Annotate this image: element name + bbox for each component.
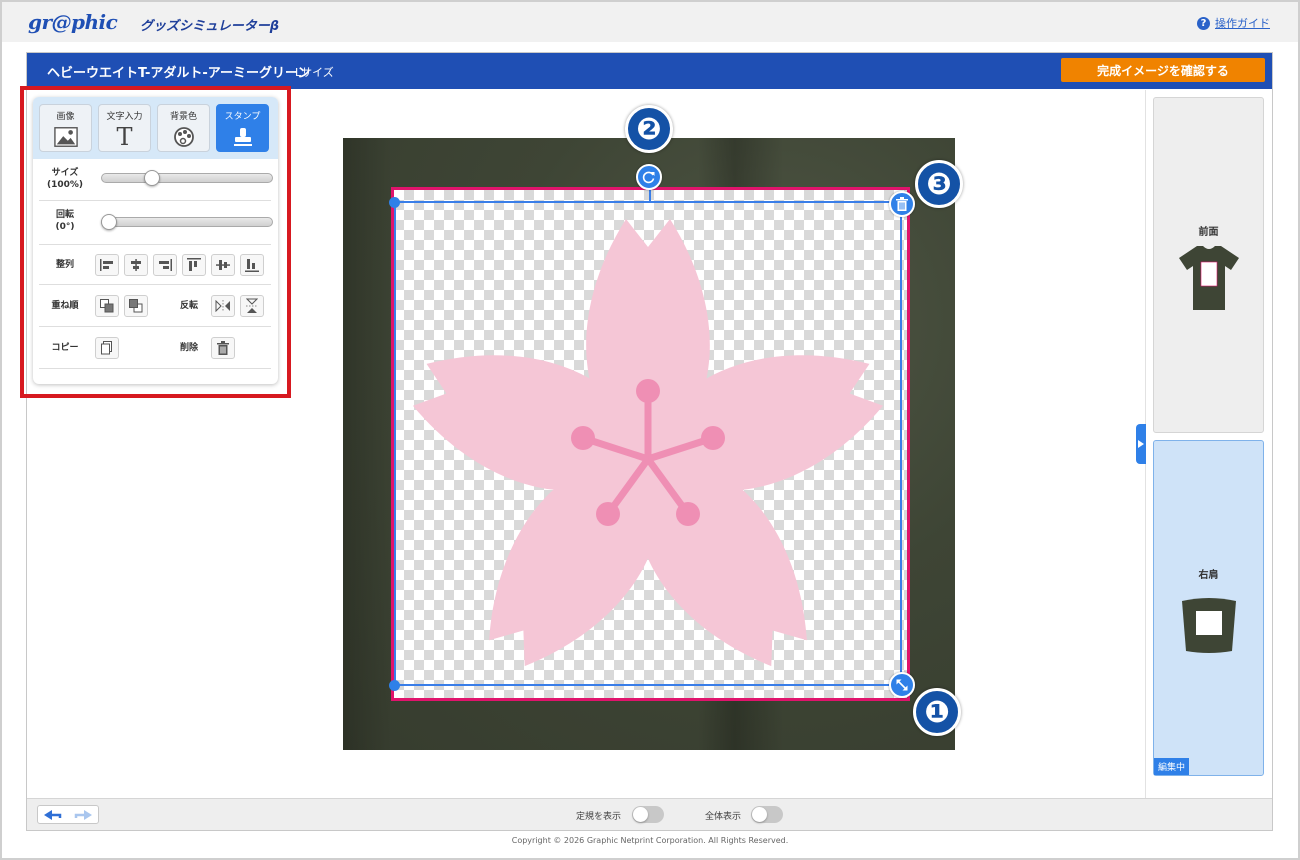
flip-horizontal-button[interactable] xyxy=(211,295,235,317)
align-top-button[interactable] xyxy=(182,254,206,276)
send-backward-button[interactable] xyxy=(124,295,148,317)
align-right-button[interactable] xyxy=(153,254,177,276)
guide-link-label: 操作ガイド xyxy=(1215,17,1270,30)
rotate-slider-knob[interactable] xyxy=(101,214,117,230)
product-title-bar: ヘビーウエイトT-アダルト-アーミーグリーン Lサイズ 完成イメージを確認する xyxy=(27,53,1272,89)
flip-vertical-icon xyxy=(246,298,258,313)
size-slider[interactable] xyxy=(101,170,273,186)
selection-corner-handle-bottom-left[interactable] xyxy=(389,680,400,691)
delete-label: 削除 xyxy=(179,343,198,353)
align-center-button[interactable] xyxy=(124,254,148,276)
rotate-handle-button[interactable] xyxy=(636,164,662,190)
order-flip-row: 重ね順 反転 xyxy=(39,285,271,327)
tab-stamp[interactable]: スタンプ xyxy=(216,104,269,152)
align-label: 整列 xyxy=(55,260,74,270)
rotate-handle-stem xyxy=(649,189,651,202)
tab-background-color[interactable]: 背景色 xyxy=(157,104,210,152)
rotate-slider[interactable] xyxy=(101,214,273,230)
palette-icon xyxy=(172,126,196,148)
fullview-toggle-label: 全体表示 xyxy=(705,812,742,822)
help-icon: ? xyxy=(1197,16,1210,30)
bring-forward-icon xyxy=(100,299,114,313)
confirm-image-button[interactable]: 完成イメージを確認する xyxy=(1061,58,1265,82)
delete-button[interactable] xyxy=(211,337,235,359)
redo-button[interactable] xyxy=(68,806,98,823)
bring-forward-button[interactable] xyxy=(95,295,119,317)
bottom-toolbar: 定規を表示 全体表示 xyxy=(27,798,1272,830)
undo-icon xyxy=(44,809,62,820)
text-icon: T xyxy=(116,123,133,151)
tab-background-color-label: 背景色 xyxy=(169,112,197,122)
callout-1: ❶ xyxy=(913,688,961,736)
align-center-icon xyxy=(131,259,141,271)
align-middle-button[interactable] xyxy=(211,254,235,276)
align-bottom-icon xyxy=(245,259,259,272)
copy-delete-row: コピー 削除 xyxy=(39,327,271,369)
fullview-toggle[interactable] xyxy=(751,806,783,823)
view-front-label: 前面 xyxy=(1198,227,1219,238)
rotate-label: 回転 (0°) xyxy=(55,210,75,232)
flip-horizontal-icon xyxy=(215,300,230,312)
tshirt-sleeve-icon xyxy=(1181,598,1236,653)
tshirt-front-icon xyxy=(1178,246,1239,310)
rotate-icon xyxy=(642,171,655,184)
selection-corner-handle-top-left[interactable] xyxy=(389,197,400,208)
flip-label: 反転 xyxy=(179,301,198,311)
flip-vertical-button[interactable] xyxy=(240,295,264,317)
align-left-button[interactable] xyxy=(95,254,119,276)
view-front[interactable]: 前面 xyxy=(1153,97,1264,433)
copy-icon xyxy=(101,341,112,355)
ruler-toggle-label: 定規を表示 xyxy=(576,812,622,822)
editing-badge: 編集中 xyxy=(1154,758,1190,775)
align-top-icon xyxy=(187,258,201,271)
trash-icon xyxy=(896,197,908,211)
chevron-right-icon xyxy=(1138,440,1144,448)
top-bar: gr@phic グッズシミュレーターβ ? 操作ガイド xyxy=(2,2,1298,42)
order-label: 重ね順 xyxy=(51,301,79,311)
panel-toggle-button[interactable] xyxy=(1136,424,1146,464)
resize-handle-button[interactable] xyxy=(889,672,915,698)
size-slider-knob[interactable] xyxy=(144,170,161,186)
undo-button[interactable] xyxy=(38,806,68,823)
delete-object-button[interactable] xyxy=(889,191,915,217)
guide-link[interactable]: ? 操作ガイド xyxy=(1197,15,1270,31)
align-row: 整列 xyxy=(39,245,271,285)
align-right-icon xyxy=(159,259,172,271)
size-label: サイズ (100%) xyxy=(46,168,84,190)
tool-panel: 画像 文字入力 T 背景色 スタンプ サイズ (100%) 回転 (0°) 整列… xyxy=(33,97,278,384)
callout-3: ❸ xyxy=(915,160,963,208)
stamp-icon xyxy=(231,126,255,148)
align-left-icon xyxy=(100,259,113,271)
size-row: サイズ (100%) xyxy=(39,159,273,201)
tab-text[interactable]: 文字入力 T xyxy=(98,104,151,152)
resize-diagonal-icon xyxy=(896,679,908,691)
tab-stamp-label: スタンプ xyxy=(224,112,261,122)
align-bottom-button[interactable] xyxy=(240,254,264,276)
callout-2: ❷ xyxy=(625,105,673,153)
history-controls xyxy=(37,805,99,824)
view-right-shoulder[interactable]: 右肩 編集中 xyxy=(1153,440,1264,776)
tab-text-label: 文字入力 xyxy=(106,112,143,122)
tool-tabs: 画像 文字入力 T 背景色 スタンプ xyxy=(33,97,278,159)
tab-image[interactable]: 画像 xyxy=(39,104,92,152)
app-subtitle: グッズシミュレーターβ xyxy=(140,19,280,34)
rotate-row: 回転 (0°) xyxy=(39,201,273,245)
image-icon xyxy=(53,126,78,148)
redo-icon xyxy=(74,809,92,820)
logo: gr@phic xyxy=(28,10,118,34)
selection-box xyxy=(394,201,902,686)
view-shoulder-label: 右肩 xyxy=(1198,570,1219,581)
product-size: Lサイズ xyxy=(295,66,334,79)
align-middle-icon xyxy=(216,260,230,270)
copyright: Copyright © 2026 Graphic Netprint Corpor… xyxy=(511,836,789,845)
ruler-toggle[interactable] xyxy=(632,806,664,823)
trash-icon xyxy=(217,341,229,355)
copy-label: コピー xyxy=(51,343,79,353)
product-name: ヘビーウエイトT-アダルト-アーミーグリーン xyxy=(47,66,311,81)
send-backward-icon xyxy=(129,299,143,313)
copy-button[interactable] xyxy=(95,337,119,359)
tab-image-label: 画像 xyxy=(56,112,75,122)
